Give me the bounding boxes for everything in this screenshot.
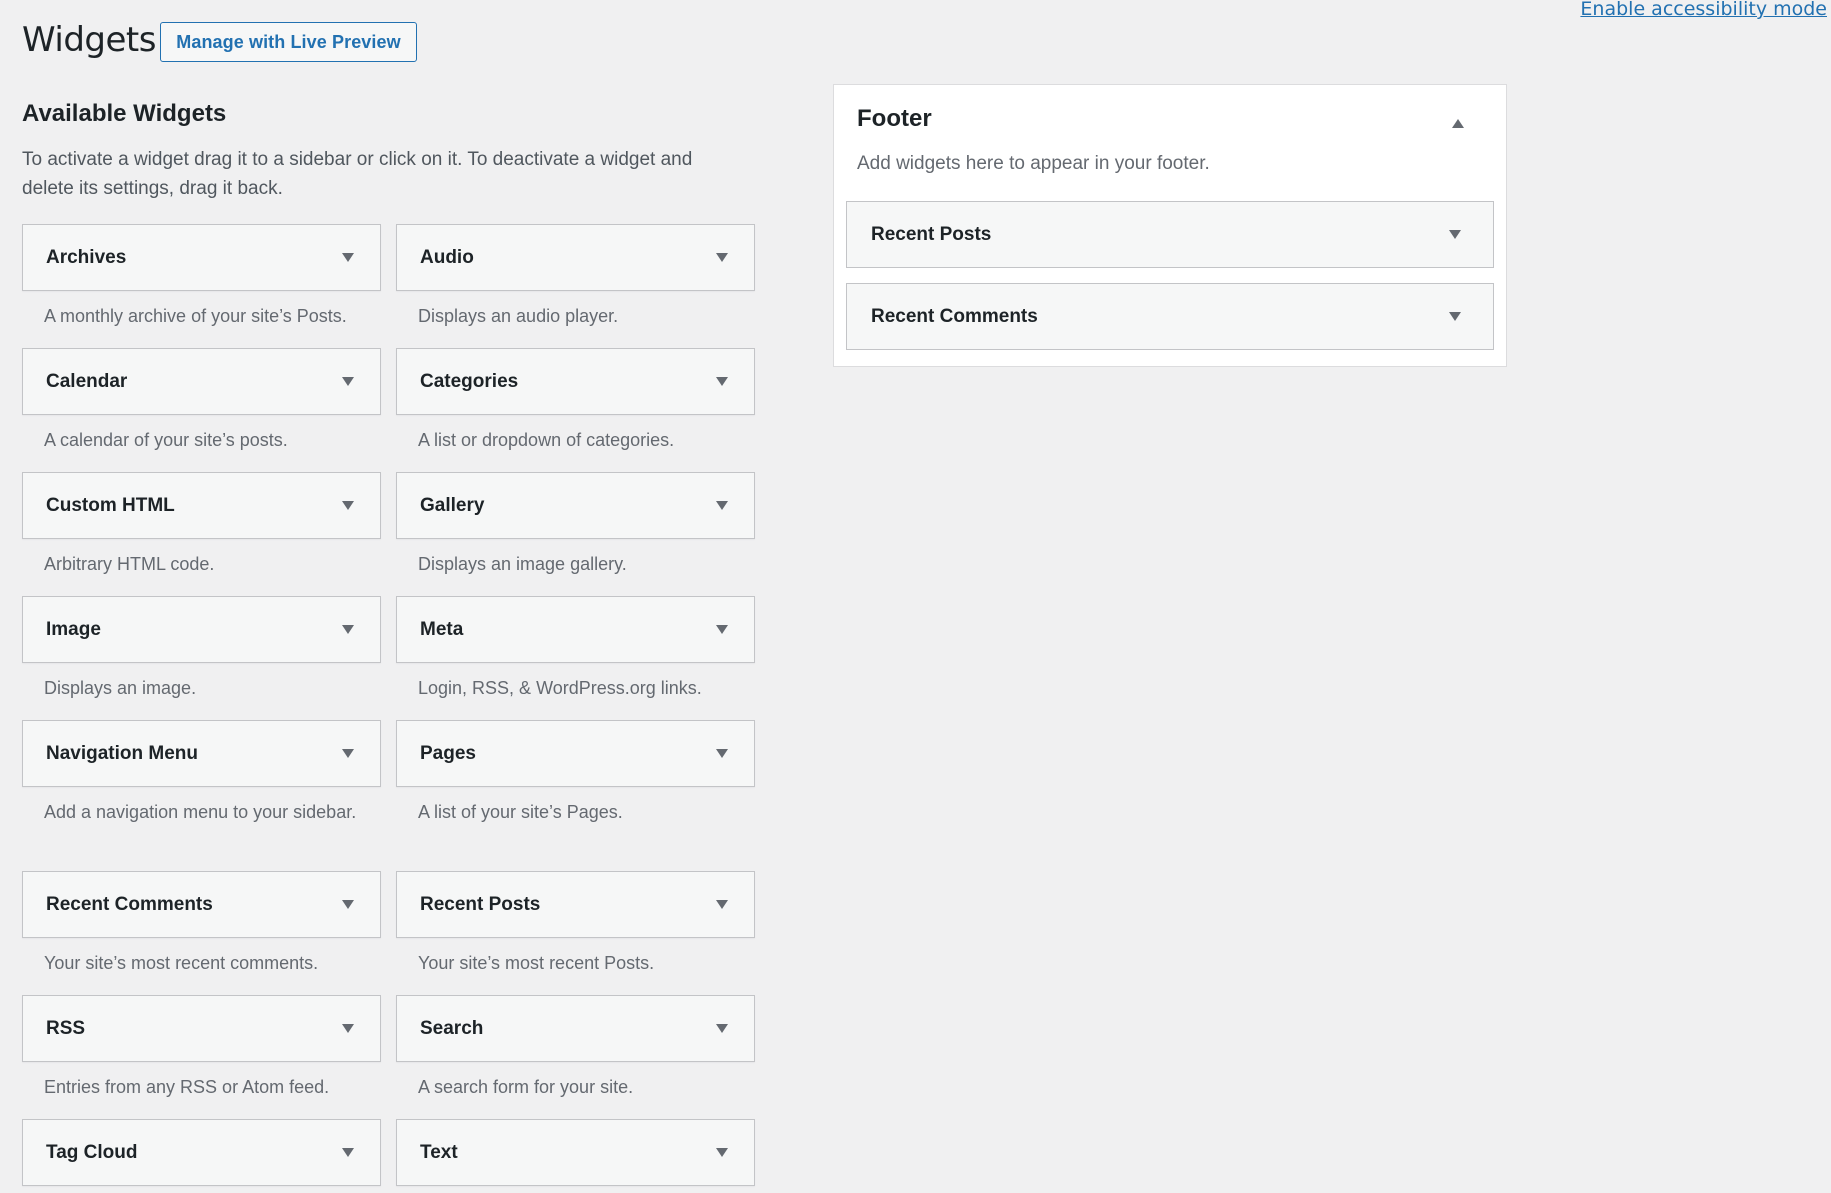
widget-header[interactable]: Gallery: [396, 472, 755, 539]
widget-description: A calendar of your site’s posts.: [44, 430, 288, 450]
widget-title: Custom HTML: [46, 494, 175, 516]
footer-sidebar-title: Footer: [857, 105, 932, 132]
widget-recent-posts[interactable]: Recent Posts Your site’s most recent Post…: [396, 871, 755, 977]
chevron-up-icon: [1452, 119, 1464, 128]
widget-description: Your site’s most recent Posts.: [418, 953, 655, 973]
widget-title: Meta: [420, 618, 464, 640]
chevron-down-icon[interactable]: [716, 748, 728, 758]
chevron-down-icon[interactable]: [1449, 229, 1461, 239]
widget-title: Categories: [420, 370, 519, 392]
widget-description: Add a navigation menu to your sidebar.: [44, 802, 357, 822]
widget-image[interactable]: Image Displays an image.: [22, 596, 381, 702]
footer-widget-title: Recent Comments: [871, 305, 1038, 327]
widget-title: Text: [420, 1141, 458, 1163]
chevron-down-icon[interactable]: [716, 899, 728, 909]
chevron-down-icon[interactable]: [716, 1147, 728, 1157]
widget-meta[interactable]: Meta Login, RSS, & WordPress.org links.: [396, 596, 755, 702]
widget-header[interactable]: Categories: [396, 348, 755, 415]
widget-title: Recent Comments: [46, 893, 213, 915]
widget-recent-comments[interactable]: Recent Comments Your site’s most recent c…: [22, 871, 381, 977]
chevron-down-icon[interactable]: [342, 500, 354, 510]
chevron-down-icon[interactable]: [716, 624, 728, 634]
footer-widget-recent-posts[interactable]: Recent Posts: [846, 201, 1494, 268]
chevron-down-icon[interactable]: [342, 376, 354, 386]
page-title: Widgets: [22, 20, 156, 60]
chevron-down-icon[interactable]: [716, 376, 728, 386]
widget-description: A list or dropdown of categories.: [418, 430, 675, 450]
widget-title: Search: [420, 1017, 484, 1039]
widget-search[interactable]: Search A search form for your site.: [396, 995, 755, 1101]
widget-header[interactable]: Meta: [396, 596, 755, 663]
widget-title: Audio: [420, 246, 474, 268]
chevron-down-icon[interactable]: [342, 748, 354, 758]
widget-description: Displays an image gallery.: [418, 554, 627, 574]
widget-navigation-menu[interactable]: Navigation Menu Add a navigation menu to …: [22, 720, 381, 826]
chevron-down-icon[interactable]: [342, 1147, 354, 1157]
widget-pages[interactable]: Pages A list of your site’s Pages.: [396, 720, 755, 826]
chevron-down-icon[interactable]: [342, 1023, 354, 1033]
widget-description: Arbitrary HTML code.: [44, 554, 215, 574]
available-widgets-description: To activate a widget drag it to a sideba…: [22, 149, 693, 199]
widget-text[interactable]: Text: [396, 1119, 755, 1186]
footer-sidebar-description: Add widgets here to appear in your foote…: [857, 153, 1210, 174]
widget-header[interactable]: Text: [396, 1119, 755, 1186]
widget-description: Your site’s most recent comments.: [44, 953, 319, 973]
chevron-down-icon[interactable]: [342, 624, 354, 634]
chevron-down-icon[interactable]: [716, 1023, 728, 1033]
widget-rss[interactable]: RSS Entries from any RSS or Atom feed.: [22, 995, 381, 1101]
widget-description: Login, RSS, & WordPress.org links.: [418, 678, 702, 698]
widget-title: Calendar: [46, 370, 128, 392]
widget-title: Archives: [46, 246, 127, 268]
widget-title: Image: [46, 618, 101, 640]
chevron-down-icon[interactable]: [716, 252, 728, 262]
widget-title: Pages: [420, 742, 476, 764]
footer-collapse-toggle[interactable]: [1450, 117, 1466, 131]
widget-title: RSS: [46, 1017, 86, 1039]
chevron-down-icon[interactable]: [716, 500, 728, 510]
widget-title: Gallery: [420, 494, 485, 516]
widget-archives[interactable]: Archives A monthly archive of your site’s…: [22, 224, 381, 330]
chevron-down-icon[interactable]: [342, 899, 354, 909]
widget-description: Displays an image.: [44, 678, 197, 698]
enable-accessibility-mode-link[interactable]: Enable accessibility mode: [1580, 0, 1827, 20]
widget-header[interactable]: Custom HTML: [22, 472, 381, 539]
chevron-down-icon[interactable]: [1449, 311, 1461, 321]
widget-header[interactable]: Navigation Menu: [22, 720, 381, 787]
widget-description: A monthly archive of your site’s Posts.: [44, 306, 347, 326]
widget-tag-cloud[interactable]: Tag Cloud: [22, 1119, 381, 1186]
widget-categories[interactable]: Categories A list or dropdown of categori…: [396, 348, 755, 454]
widget-description: Entries from any RSS or Atom feed.: [44, 1077, 330, 1097]
widget-title: Recent Posts: [420, 893, 541, 915]
widget-custom-html[interactable]: Custom HTML Arbitrary HTML code.: [22, 472, 381, 578]
widget-header[interactable]: Pages: [396, 720, 755, 787]
widget-description: A list of your site’s Pages.: [418, 802, 623, 822]
chevron-down-icon[interactable]: [342, 252, 354, 262]
footer-widget-title: Recent Posts: [871, 223, 992, 245]
footer-widget-recent-comments[interactable]: Recent Comments: [846, 283, 1494, 350]
widget-description: A search form for your site.: [418, 1077, 634, 1097]
widget-title: Navigation Menu: [46, 742, 199, 764]
widget-header[interactable]: RSS: [22, 995, 381, 1062]
widget-header[interactable]: Archives: [22, 224, 381, 291]
widget-gallery[interactable]: Gallery Displays an image gallery.: [396, 472, 755, 578]
widget-header[interactable]: Calendar: [22, 348, 381, 415]
available-widgets-heading: Available Widgets: [22, 100, 227, 127]
widget-audio[interactable]: Audio Displays an audio player.: [396, 224, 755, 330]
footer-sidebar-panel[interactable]: Footer Add widgets here to appear in you…: [833, 84, 1507, 367]
widget-header[interactable]: Image: [22, 596, 381, 663]
widget-header[interactable]: Recent Posts: [396, 871, 755, 938]
widget-header[interactable]: Tag Cloud: [22, 1119, 381, 1186]
manage-live-preview-button[interactable]: Manage with Live Preview: [160, 22, 417, 62]
widget-title: Tag Cloud: [46, 1141, 138, 1163]
widget-header[interactable]: Recent Comments: [22, 871, 381, 938]
widget-header[interactable]: Audio: [396, 224, 755, 291]
widget-calendar[interactable]: Calendar A calendar of your site’s posts.: [22, 348, 381, 454]
widget-header[interactable]: Search: [396, 995, 755, 1062]
widget-description: Displays an audio player.: [418, 306, 619, 326]
